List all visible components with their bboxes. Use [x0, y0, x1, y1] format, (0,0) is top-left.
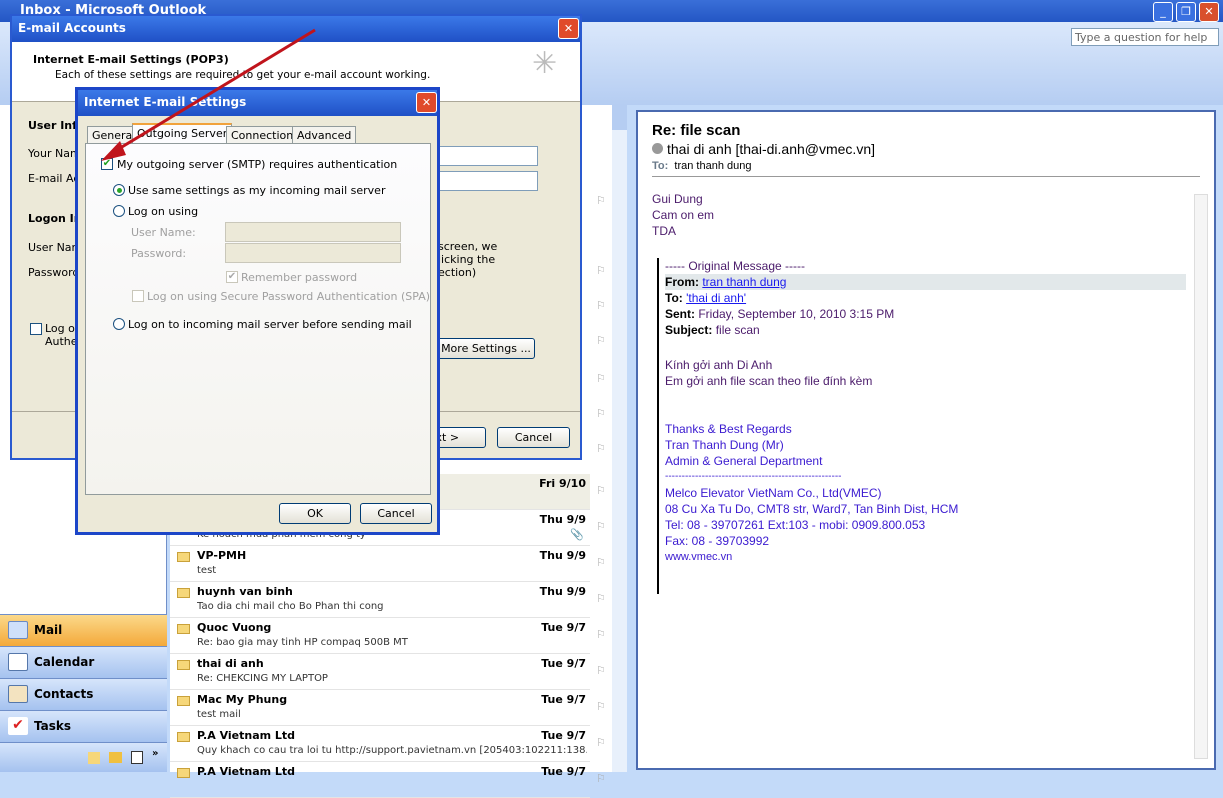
arrow-shaft	[111, 28, 316, 155]
flag-icon[interactable]: ⚐	[596, 772, 606, 785]
arrow-head-icon	[101, 141, 126, 161]
annotation-arrow	[101, 28, 316, 161]
